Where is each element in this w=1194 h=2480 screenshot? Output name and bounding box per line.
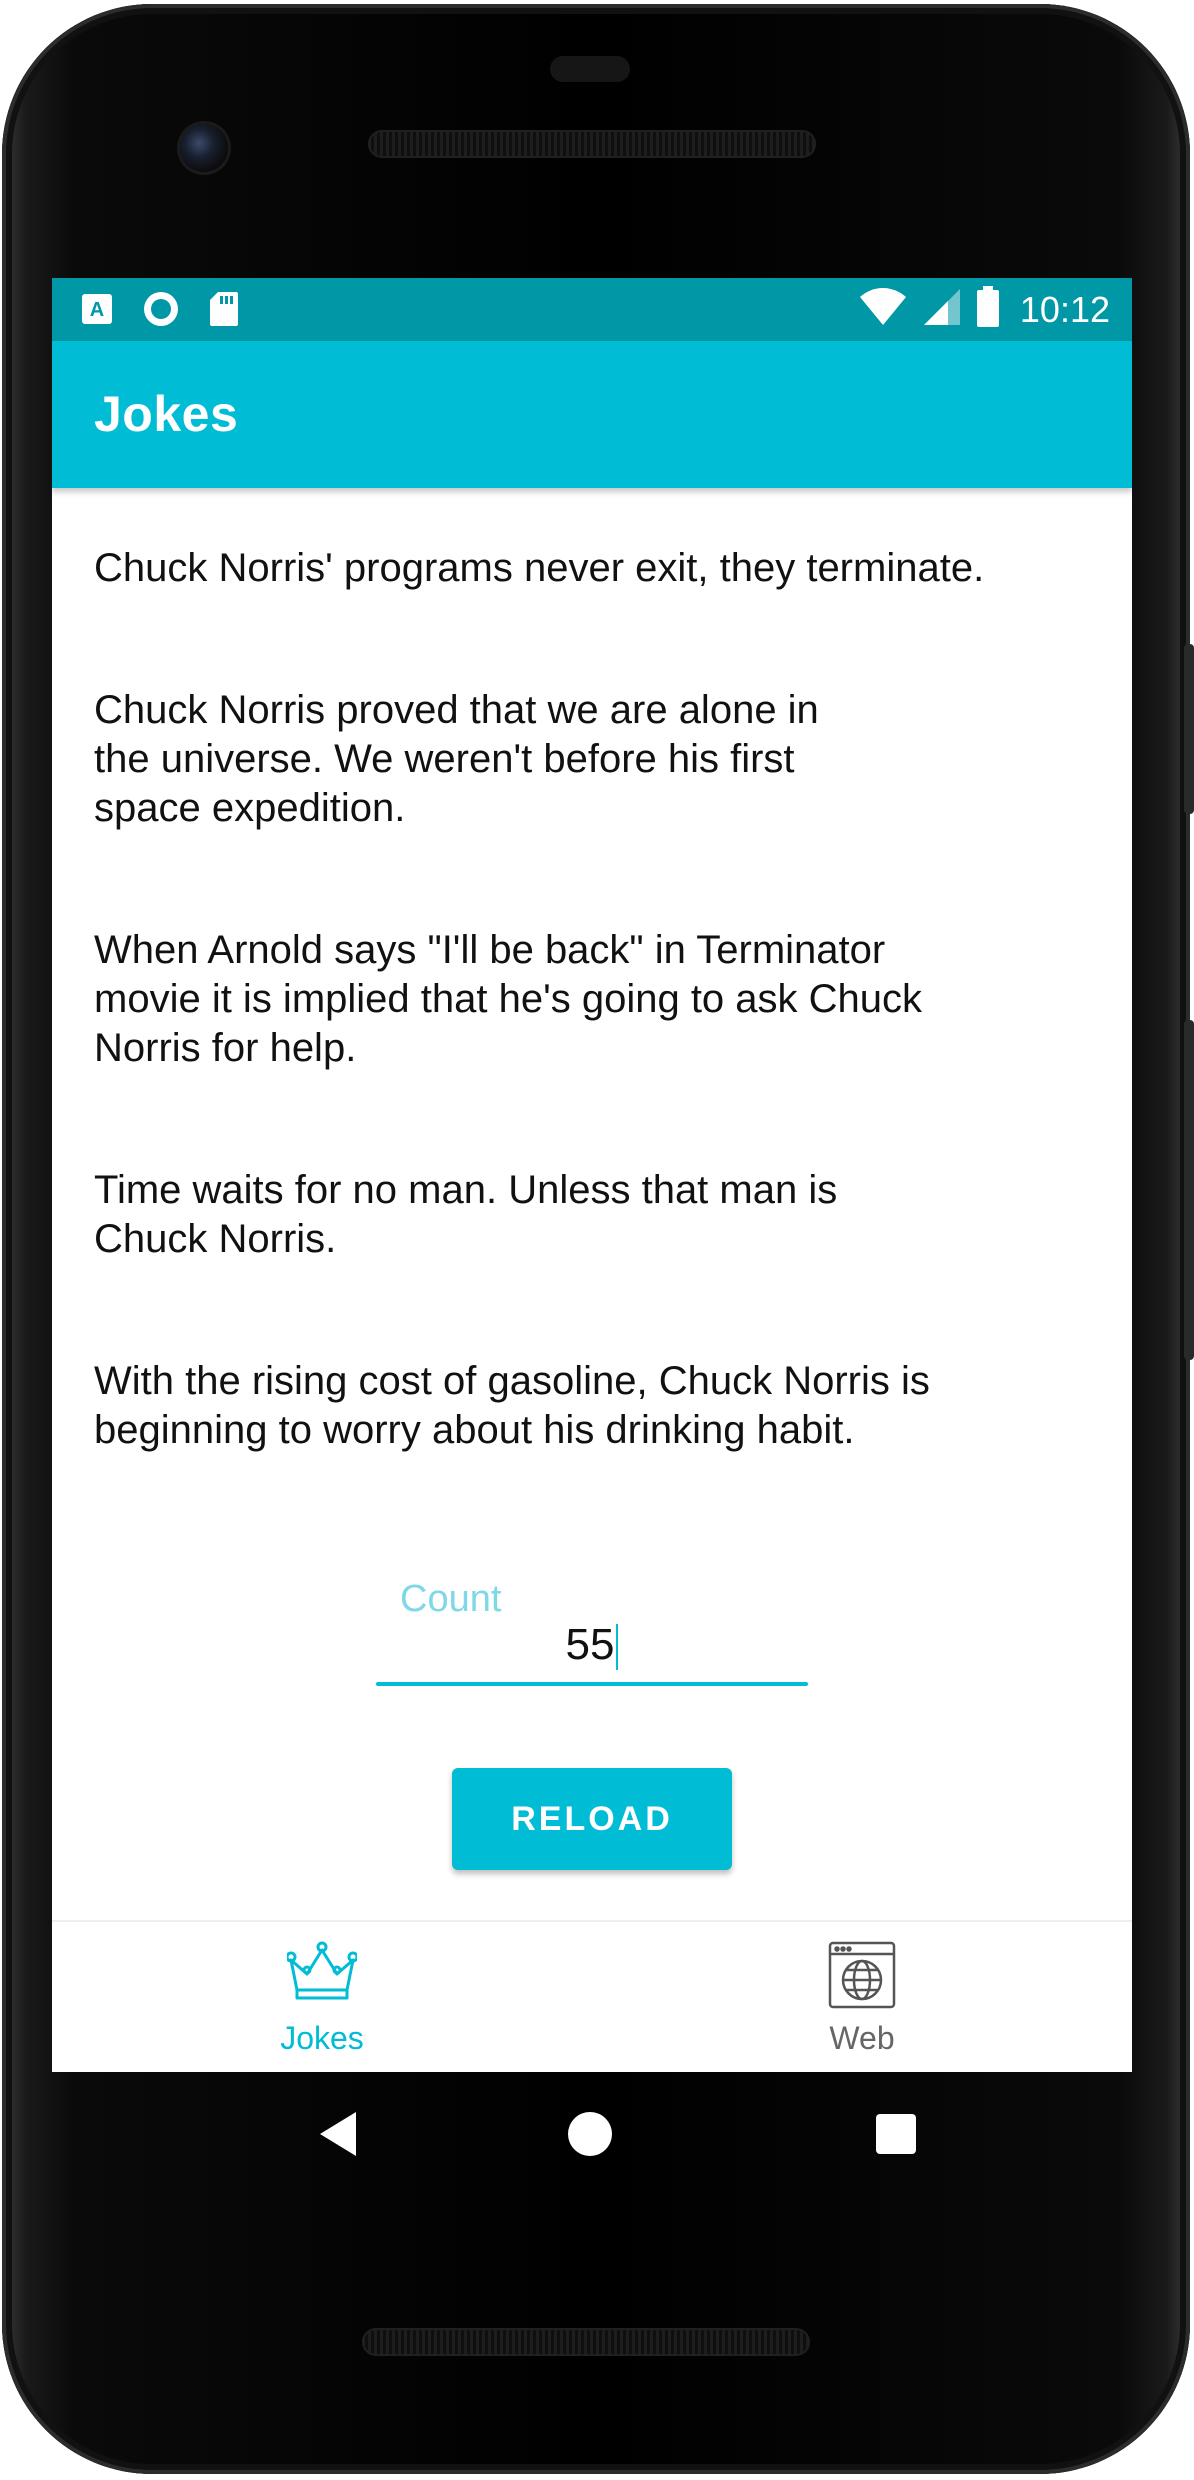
text-caret [616, 1624, 619, 1671]
app-bar: Jokes [52, 341, 1132, 488]
tab-web[interactable]: Web [592, 1922, 1132, 2072]
a-notification-icon: A [80, 292, 114, 331]
globe-browser-icon [827, 1940, 897, 2010]
battery-icon [976, 286, 1000, 333]
list-item: With the rising cost of gasoline, Chuck … [94, 1359, 930, 1452]
system-navigation-bar [52, 2072, 1132, 2202]
tab-jokes[interactable]: Jokes [52, 1922, 592, 2072]
circle-notification-icon [142, 290, 180, 333]
svg-text:A: A [90, 299, 104, 321]
list-item: Chuck Norris proved that we are alone in… [94, 688, 819, 830]
count-value[interactable]: 55 [376, 1620, 808, 1671]
sensor [550, 56, 630, 82]
list-item: Chuck Norris' programs never exit, they … [94, 546, 985, 590]
list-item: When Arnold says "I'll be back" in Termi… [94, 928, 923, 1070]
power-button [1184, 644, 1194, 814]
list-item: Time waits for no man. Unless that man i… [94, 1168, 838, 1261]
count-input[interactable]: Count 55 [376, 1578, 808, 1688]
sd-card-icon [208, 290, 240, 333]
phone-frame: A 10:12 Jokes Chuck Norris' programs nev… [0, 0, 1194, 2480]
recent-apps-icon[interactable] [876, 2114, 916, 2154]
cell-signal-icon [922, 287, 962, 332]
back-icon[interactable] [320, 2112, 356, 2156]
count-underline [376, 1682, 808, 1686]
jokes-content: Chuck Norris' programs never exit, they … [52, 488, 1132, 1920]
joke-list: Chuck Norris' programs never exit, they … [94, 544, 1074, 1548]
count-label: Count [400, 1578, 502, 1620]
status-time: 10:12 [1019, 288, 1110, 330]
home-icon[interactable] [568, 2112, 612, 2156]
page-title: Jokes [94, 386, 239, 442]
bottom-navigation: Jokes Web [52, 1920, 1132, 2072]
top-speaker [368, 130, 816, 158]
reload-button[interactable]: RELOAD [452, 1768, 732, 1870]
status-bar: A 10:12 [52, 278, 1132, 341]
tab-jokes-label: Jokes [280, 2020, 364, 2056]
count-value-text: 55 [565, 1620, 615, 1669]
front-camera [180, 124, 228, 172]
bottom-speaker [362, 2328, 810, 2356]
crown-icon [285, 1940, 359, 2010]
screen: A 10:12 Jokes Chuck Norris' programs nev… [52, 278, 1132, 2072]
wifi-icon [858, 287, 908, 332]
tab-web-label: Web [829, 2020, 895, 2056]
volume-button [1184, 1020, 1194, 1360]
